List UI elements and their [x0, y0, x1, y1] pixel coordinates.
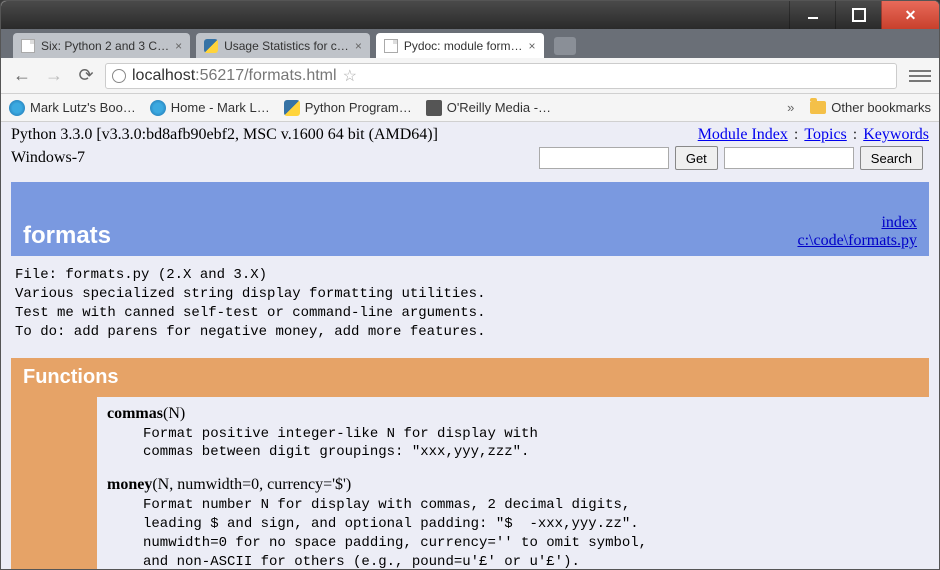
browser-toolbar: ← → ⟳ localhost:56217/formats.html ☆ [1, 58, 939, 94]
search-button[interactable]: Search [860, 146, 923, 170]
index-link[interactable]: index [797, 214, 917, 232]
bookmarks-bar: Mark Lutz's Boo… Home - Mark L… Python P… [1, 94, 939, 122]
tab-label: Pydoc: module form… [404, 39, 523, 53]
python-version-text: Python 3.3.0 [v3.3.0:bd8afb90ebf2, MSC v… [11, 126, 698, 144]
function-name: commas [107, 405, 163, 422]
bookmark-item[interactable]: Home - Mark L… [150, 100, 270, 116]
file-path-link[interactable]: c:\code\formats.py [797, 232, 917, 250]
reload-button[interactable]: ⟳ [73, 63, 99, 89]
bookmark-label: Python Program… [305, 100, 412, 115]
module-name: formats [23, 222, 917, 250]
function-name: money [107, 476, 152, 493]
menu-button[interactable] [909, 65, 931, 87]
platform-text: Windows-7 [11, 149, 539, 167]
functions-title: Functions [23, 366, 917, 389]
python-icon [284, 100, 300, 116]
section-sidebar [11, 397, 97, 570]
get-button[interactable]: Get [675, 146, 718, 170]
module-docstring: File: formats.py (2.X and 3.X) Various s… [11, 256, 929, 358]
window-minimize-button[interactable] [789, 1, 835, 29]
browser-tab[interactable]: Six: Python 2 and 3 C… × [13, 33, 190, 58]
pydoc-nav-links: Module Index : Topics : Keywords [698, 126, 929, 144]
module-index-link[interactable]: Module Index [698, 126, 788, 144]
folder-icon [810, 101, 826, 114]
bookmark-item[interactable]: Python Program… [284, 100, 412, 116]
bookmark-item[interactable]: Mark Lutz's Boo… [9, 100, 136, 116]
address-bar[interactable]: localhost:56217/formats.html ☆ [105, 63, 897, 89]
module-header: formats index c:\code\formats.py [11, 182, 929, 256]
function-args: (N, numwidth=0, currency='$') [152, 476, 351, 493]
bookmark-item[interactable]: O'Reilly Media -… [426, 100, 551, 116]
function-entry: commas(N) Format positive integer-like N… [107, 405, 919, 463]
new-tab-button[interactable] [554, 37, 576, 55]
bookmark-label: O'Reilly Media -… [447, 100, 551, 115]
functions-section-header: Functions [11, 358, 929, 397]
window-close-button[interactable] [881, 1, 939, 29]
tab-label: Usage Statistics for c… [224, 39, 349, 53]
page-icon [21, 39, 35, 53]
window-titlebar [1, 1, 939, 29]
bookmark-star-icon[interactable]: ☆ [343, 66, 357, 86]
bookmark-label: Mark Lutz's Boo… [30, 100, 136, 115]
close-icon[interactable]: × [355, 39, 362, 53]
keywords-link[interactable]: Keywords [863, 126, 929, 144]
site-icon [426, 100, 442, 116]
chevron-right-icon[interactable]: » [787, 100, 794, 115]
bookmark-label: Home - Mark L… [171, 100, 270, 115]
tab-strip: Six: Python 2 and 3 C… × Usage Statistic… [1, 29, 939, 58]
function-doc: Format positive integer-like N for displ… [143, 425, 919, 463]
url-text: localhost:56217/formats.html [132, 67, 337, 85]
window-maximize-button[interactable] [835, 1, 881, 29]
topics-link[interactable]: Topics [804, 126, 846, 144]
ie-icon [9, 100, 25, 116]
search-input[interactable] [724, 147, 854, 169]
get-input[interactable] [539, 147, 669, 169]
browser-tab[interactable]: Usage Statistics for c… × [196, 33, 370, 58]
forward-button[interactable]: → [41, 63, 67, 89]
python-icon [204, 39, 218, 53]
functions-section: commas(N) Format positive integer-like N… [11, 397, 929, 570]
globe-icon [112, 69, 126, 83]
other-bookmarks-folder[interactable]: Other bookmarks [810, 100, 931, 115]
back-button[interactable]: ← [9, 63, 35, 89]
other-bookmarks-label: Other bookmarks [831, 100, 931, 115]
close-icon[interactable]: × [175, 39, 182, 53]
close-icon[interactable]: × [529, 39, 536, 53]
tab-label: Six: Python 2 and 3 C… [41, 39, 169, 53]
page-content: Python 3.3.0 [v3.3.0:bd8afb90ebf2, MSC v… [1, 122, 939, 570]
page-icon [384, 39, 398, 53]
function-entry: money(N, numwidth=0, currency='$') Forma… [107, 476, 919, 570]
browser-tab-active[interactable]: Pydoc: module form… × [376, 33, 544, 58]
ie-icon [150, 100, 166, 116]
function-doc: Format number N for display with commas,… [143, 496, 919, 570]
function-args: (N) [163, 405, 185, 422]
